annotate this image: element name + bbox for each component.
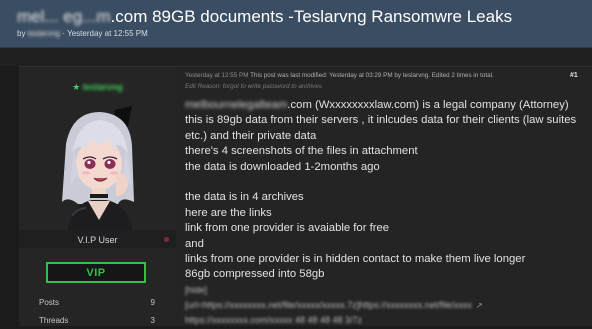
- external-link-icon[interactable]: ↗: [476, 301, 483, 310]
- redacted-domain: melbournelegalteam: [185, 99, 288, 111]
- post-line: here are the links: [185, 206, 272, 219]
- post-line: this is 89gb data from their servers , i…: [185, 114, 577, 127]
- download-link-2[interactable]: https://xxxxxxxx.com/xxxxx 48 48 48 48 3…: [185, 313, 585, 328]
- stat-posts-label: Posts: [39, 298, 60, 307]
- post-line: melbournelegalteam.com (Wxxxxxxxxlaw.com…: [185, 98, 585, 113]
- post-line: there's 4 screenshots of the files in at…: [185, 145, 418, 158]
- post-edited-note: This post was last modified: Yesterday a…: [248, 72, 494, 79]
- avatar[interactable]: [52, 104, 144, 239]
- post-line: and: [185, 237, 204, 250]
- thread-author-link[interactable]: teslarvng: [28, 29, 60, 38]
- edit-reason: Edit Reason: forgot to write password to…: [185, 83, 322, 90]
- post-line: the data is in 4 archives: [185, 191, 304, 204]
- download-link-line: [url=https://xxxxxxxx.net/file/xxxxx/xxx…: [185, 298, 585, 313]
- thread-timestamp[interactable]: · Yesterday at 12:55 PM: [60, 29, 147, 38]
- post-line: etc.) and their private data: [185, 129, 317, 142]
- thread-title-redacted: mel... eg...m: [17, 7, 111, 26]
- thread-header: mel... eg...m.com 89GB documents -Teslar…: [0, 0, 592, 48]
- post-line: links from one provider is in hidden con…: [185, 252, 526, 265]
- post: ★ teslarvng V.I.P User VIP Posts 9 Threa…: [19, 66, 592, 326]
- post-line-text: .com (Wxxxxxxxxlaw.com) is a legal compa…: [287, 99, 569, 111]
- post-line: link from one provider is avaiable for f…: [185, 222, 390, 235]
- download-link[interactable]: [url=https://xxxxxxxx.net/file/xxxxx/xxx…: [185, 300, 472, 310]
- post-body: melbournelegalteam.com (Wxxxxxxxxlaw.com…: [185, 98, 585, 329]
- star-icon: ★: [72, 82, 81, 92]
- post-line: the data is downloaded 1-2months ago: [185, 160, 380, 173]
- post-meta: Yesterday at 12:55 PM This post was last…: [185, 72, 565, 79]
- user-rank: V.I.P User: [77, 235, 118, 245]
- post-timestamp[interactable]: Yesterday at 12:55 PM: [185, 72, 248, 79]
- thread-author-prefix: by: [17, 29, 28, 38]
- offline-status-icon: [164, 237, 169, 242]
- post-line: 86gb compressed into 58gb: [185, 268, 325, 281]
- hide-tag: [hide]: [185, 284, 208, 295]
- user-column: ★ teslarvng V.I.P User VIP Posts 9 Threa…: [19, 67, 176, 326]
- thread-title-text: .com 89GB documents -Teslarvng Ransomwre…: [110, 7, 513, 26]
- thread-meta: by teslarvng · Yesterday at 12:55 PM: [17, 29, 148, 38]
- vip-badge: VIP: [46, 262, 146, 283]
- post-number-link[interactable]: #1: [570, 72, 578, 79]
- username-text: teslarvng: [82, 82, 123, 92]
- username[interactable]: ★ teslarvng: [19, 82, 176, 93]
- stat-threads-label: Threads: [39, 316, 69, 325]
- stat-threads-value[interactable]: 3: [145, 316, 155, 325]
- thread-toolbar-strip: [0, 48, 592, 66]
- thread-title: mel... eg...m.com 89GB documents -Teslar…: [17, 7, 512, 27]
- stat-posts-value[interactable]: 9: [145, 298, 155, 307]
